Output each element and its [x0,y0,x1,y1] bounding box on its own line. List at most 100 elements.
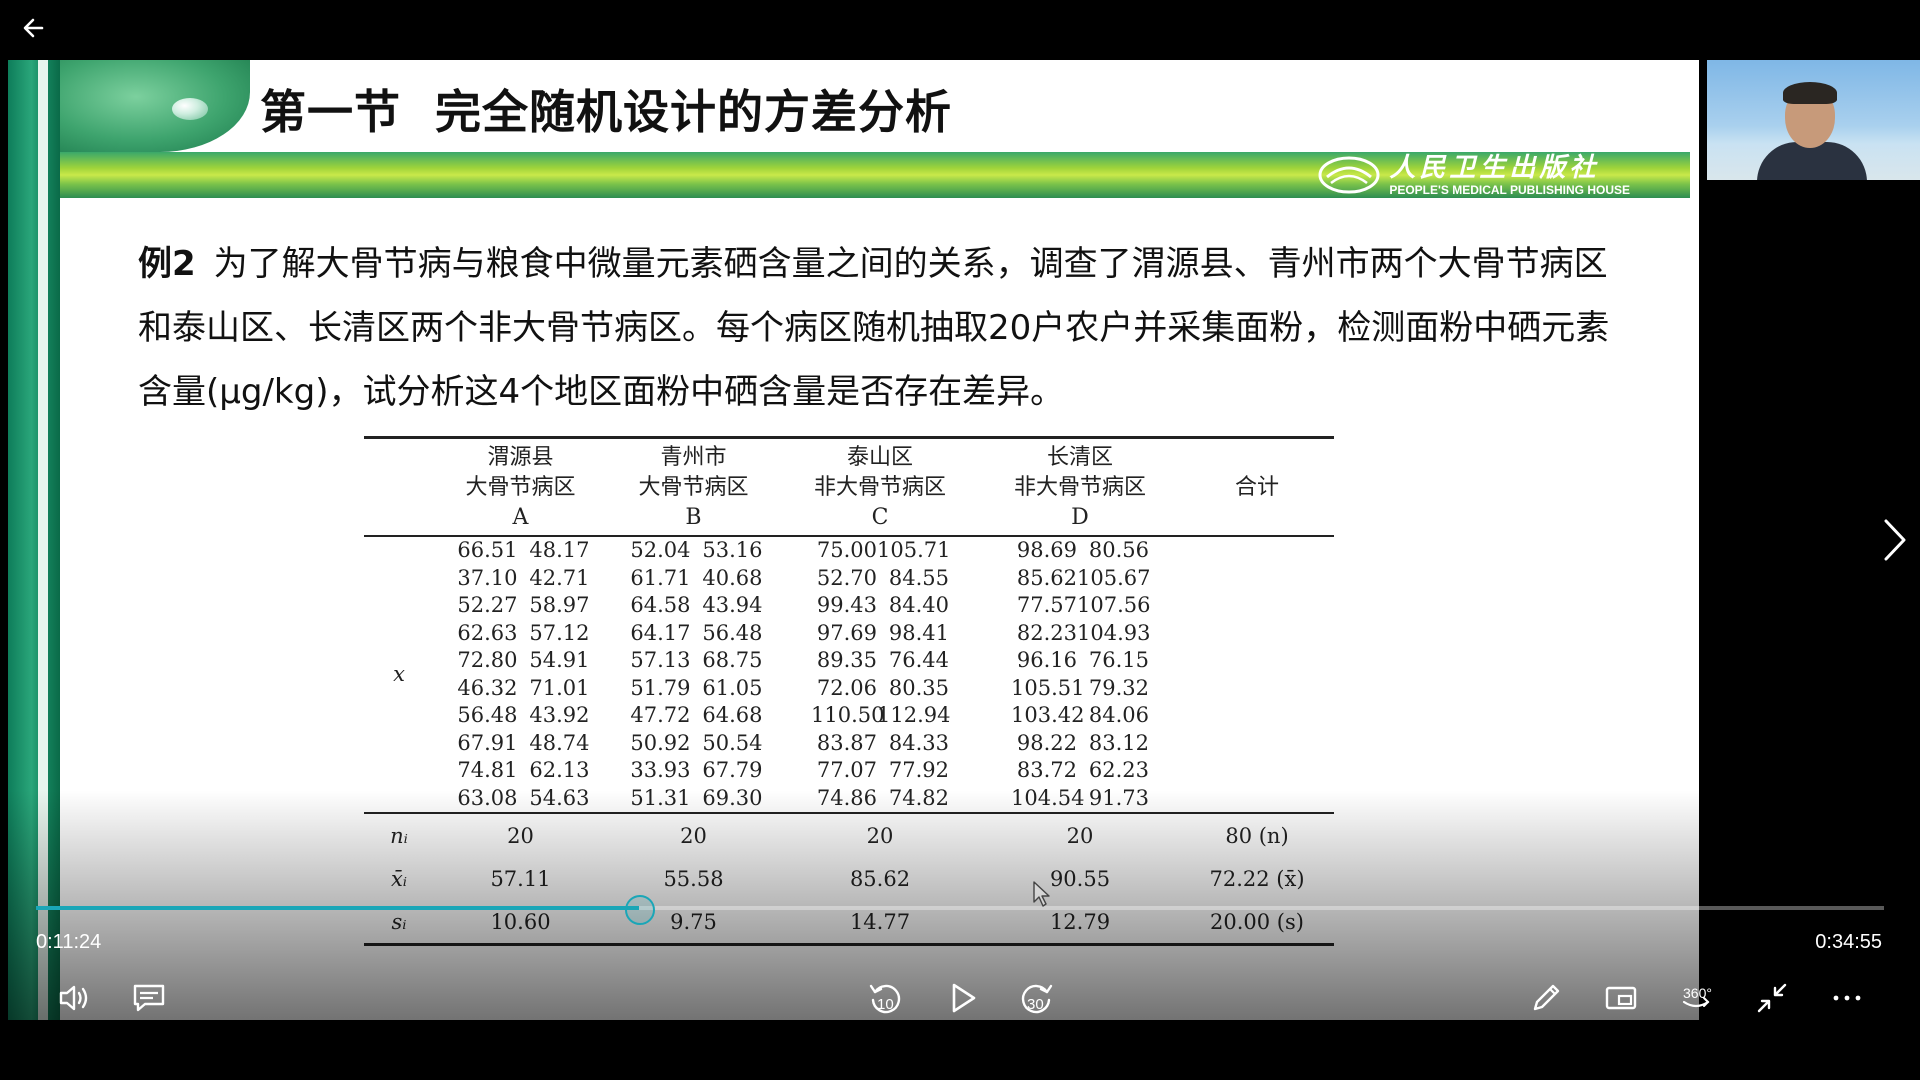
stat-row: x̄ᵢ 57.11 55.58 85.62 90.55 72.22 (x̄) [364,857,1334,900]
cell-value: 64.68 [702,703,763,727]
cell-value: 68.75 [702,648,763,672]
cell-value: 57.12 [529,620,590,645]
cell-value: 51.79 [630,675,691,700]
top-bar [0,0,1920,60]
cell-value: 57.13 [630,648,691,672]
cell-value: 40.68 [702,565,763,590]
cell-value: 62.63 [457,620,518,645]
table-cell: 72.06 80.35 [780,675,980,703]
picture-in-picture-icon[interactable] [1601,978,1641,1018]
cell-value: 77.57 [1016,593,1077,617]
cell-value: 76.44 [888,648,949,672]
cell-value: 79.32 [1088,675,1149,700]
pen-icon[interactable] [1526,978,1566,1018]
cell-value: 50.92 [630,730,691,755]
cell-value: 85.62 [1016,565,1077,590]
table-cell: 46.32 71.01 [434,675,607,703]
cell-value: 69.30 [702,785,763,810]
table-cell: 97.69 98.41 [780,620,980,648]
stat-value: 20 [866,823,894,848]
cell-value: 84.33 [888,730,949,755]
stat-value: 20 [507,823,534,848]
cell-value: 53.16 [702,538,763,562]
subtitles-icon[interactable] [129,978,169,1018]
column-header-b: 青州市 大骨节病区 B [638,445,749,530]
presenter-webcam [1707,60,1920,180]
cell-value: 74.81 [457,758,518,782]
table-row: 52.27 58.97 64.58 43.94 99.43 84.40 77.57107.5… [364,592,1334,620]
volume-icon[interactable] [54,978,94,1018]
cell-value: 43.94 [702,593,763,617]
seek-bar-progress [36,906,640,910]
table-cell: 98.22 83.12 [980,730,1180,758]
stat-value: 90.55 [1049,866,1111,891]
cell-value: 54.63 [529,785,590,810]
table-row: 56.48 43.92 47.72 64.68 110.50112.94 103.42 84… [364,702,1334,730]
table-cell: 63.08 54.63 [434,785,607,814]
rewind-label: 10 [877,996,894,1013]
cell-value: 99.43 [816,593,877,617]
table-cell: 103.42 84.06 [980,702,1180,730]
cell-value: 82.23 [1016,620,1077,645]
cell-value: 110.50 [811,703,885,727]
next-slide-chevron-icon[interactable] [1878,515,1912,565]
table-cell: 72.80 54.91 [434,647,607,675]
cell-value: 61.05 [702,675,763,700]
slide-left-decoration [8,60,60,1020]
cell-value: 51.31 [630,785,691,810]
table-row: 67.91 48.74 50.92 50.54 83.87 84.33 98.22 83.12 [364,730,1334,758]
stat-symbol: x̄ᵢ [390,866,408,891]
cell-value: 46.32 [457,675,518,700]
cell-value: 80.35 [888,675,949,700]
cell-value: 97.69 [816,620,877,645]
publisher-emblem-icon [1318,156,1380,194]
cell-value: 91.73 [1088,785,1149,810]
publisher-name-cn: 人民卫生出版社 [1389,152,1600,183]
exit-fullscreen-icon[interactable] [1752,978,1792,1018]
seek-bar[interactable] [36,906,1884,910]
table-cell [1180,620,1334,648]
stat-value: 20 [680,823,707,848]
table-cell [1180,592,1334,620]
cell-value: 77.92 [888,758,949,782]
column-header-d: 长清区 非大骨节病区 D [1013,445,1146,530]
cell-value: 77.07 [816,758,877,782]
problem-text: 为了解大骨节病与粮食中微量元素硒含量之间的关系，调查了渭源县、青州市两个大骨节病… [138,244,1610,412]
row-label-header [364,438,434,537]
table-cell: 67.91 48.74 [434,730,607,758]
slide-title: 第一节 完全随机设计的方差分析 [260,85,953,139]
cell-value: 52.27 [457,593,518,617]
cell-value: 105.71 [877,538,951,562]
stat-symbol: nᵢ [390,823,408,848]
table-row: 37.10 42.71 61.71 40.68 52.70 84.55 85.62105.6… [364,565,1334,593]
cell-value: 84.55 [888,565,949,590]
cell-value: 83.12 [1088,730,1149,755]
table-cell: 52.04 53.16 [607,536,780,565]
table-row: x 66.51 48.17 52.04 53.16 75.00105.71 98.69 80.… [364,536,1334,686]
cell-value: 67.79 [702,758,763,782]
cell-value: 74.82 [888,785,949,810]
cell-value: 47.72 [630,703,691,727]
more-options-icon[interactable] [1827,978,1867,1018]
cell-value: 62.13 [529,758,590,782]
table-row: 62.63 57.12 64.17 56.48 97.69 98.41 82.23104.9… [364,620,1334,648]
cell-value: 76.15 [1088,648,1149,672]
mouse-cursor-icon [1032,880,1052,908]
cell-value: 89.35 [816,648,877,672]
table-cell: 66.51 48.17 [434,536,607,565]
table-cell: 62.63 57.12 [434,620,607,648]
cell-value: 56.48 [702,620,763,645]
table-cell: 51.31 69.30 [607,785,780,814]
table-cell [1180,675,1334,703]
cell-value: 43.92 [529,703,590,727]
table-cell: 57.13 68.75 [607,647,780,675]
stat-total: 80 (n) [1225,823,1289,848]
play-button[interactable] [942,978,982,1018]
stat-row: nᵢ 20 20 20 20 80 (n) [364,813,1334,857]
table-cell: 83.72 62.23 [980,757,1180,785]
cell-value: 72.80 [457,648,518,672]
cell-value: 75.00 [816,538,877,562]
stat-value: 85.62 [849,866,911,891]
back-arrow-icon[interactable] [18,10,54,46]
leaf-decoration [60,60,250,152]
